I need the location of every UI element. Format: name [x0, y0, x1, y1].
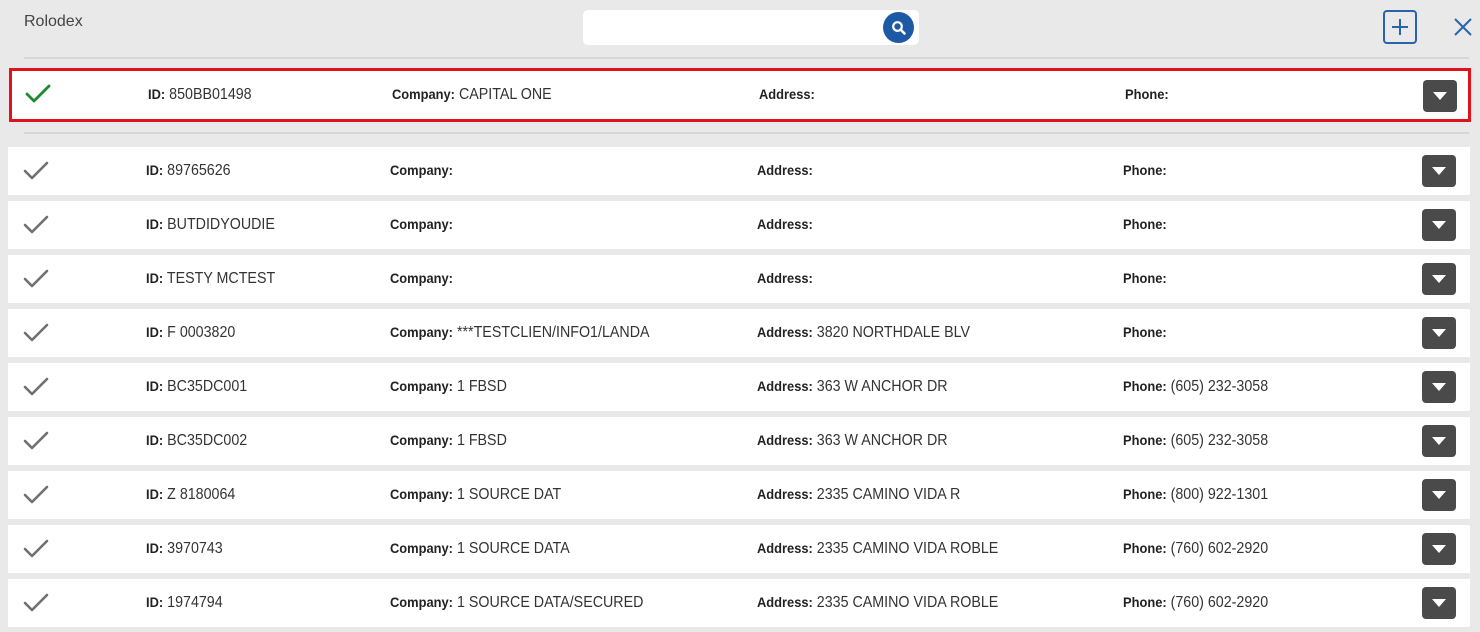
check-icon: [23, 485, 49, 504]
search-input[interactable]: [591, 16, 871, 39]
contact-company: Company: CAPITAL ONE: [392, 86, 552, 103]
selected-divider: [24, 132, 1469, 134]
chevron-down-icon: [1432, 599, 1446, 607]
header-divider: [24, 57, 1469, 59]
contact-phone: Phone:: [1123, 162, 1167, 178]
search-icon: [891, 20, 906, 35]
chevron-down-icon: [1432, 221, 1446, 229]
expand-button[interactable]: [1422, 587, 1456, 619]
contact-phone: Phone: (800) 922-1301: [1123, 486, 1269, 503]
contact-address: Address:: [757, 162, 813, 178]
contact-company: Company: 1 FBSD: [390, 378, 507, 395]
contact-id: ID: 89765626: [146, 162, 231, 179]
contact-phone: Phone:: [1123, 324, 1167, 340]
chevron-down-icon: [1432, 383, 1446, 391]
contact-address: Address:: [757, 216, 813, 232]
expand-button[interactable]: [1422, 479, 1456, 511]
contact-company: Company: 1 FBSD: [390, 432, 507, 449]
expand-button[interactable]: [1422, 533, 1456, 565]
chevron-down-icon: [1432, 329, 1446, 337]
contact-company: Company:: [390, 216, 453, 232]
contact-company: Company: ***TESTCLIEN/INFO1/LANDA: [390, 324, 650, 341]
check-icon: [23, 269, 49, 288]
expand-button[interactable]: [1422, 263, 1456, 295]
contact-row[interactable]: ID: 3970743 Company: 1 SOURCE DATA Address…: [8, 525, 1470, 573]
contact-phone: Phone:: [1125, 86, 1169, 102]
check-icon: [23, 539, 49, 558]
expand-button[interactable]: [1423, 80, 1457, 112]
page-title: Rolodex: [24, 13, 83, 30]
contact-row[interactable]: ID: F 0003820 Company: ***TESTCLIEN/INFO1…: [8, 309, 1470, 357]
check-icon: [23, 215, 49, 234]
contact-id: ID: BC35DC002: [146, 432, 248, 449]
check-icon: [23, 593, 49, 612]
contact-row[interactable]: ID: Z 8180064 Company: 1 SOURCE DAT Addres…: [8, 471, 1470, 519]
contact-row[interactable]: ID: BUTDIDYOUDIE Company: Address: Phone:: [8, 201, 1470, 249]
contact-phone: Phone: (760) 602-2920: [1123, 540, 1269, 557]
chevron-down-icon: [1432, 545, 1446, 553]
check-icon: [25, 84, 51, 103]
contact-company: Company:: [390, 162, 453, 178]
contact-id: ID: F 0003820: [146, 324, 236, 341]
header: Rolodex: [0, 0, 1480, 58]
expand-button[interactable]: [1422, 155, 1456, 187]
contact-company: Company: 1 SOURCE DATA: [390, 540, 570, 557]
contact-address: Address: 3820 NORTHDALE BLV: [757, 324, 971, 341]
contact-phone: Phone:: [1123, 216, 1167, 232]
contact-id: ID: 850BB01498: [148, 86, 252, 103]
contact-address: Address: 363 W ANCHOR DR: [757, 432, 948, 449]
contact-phone: Phone: (605) 232-3058: [1123, 432, 1269, 449]
chevron-down-icon: [1432, 167, 1446, 175]
contact-row[interactable]: ID: TESTY MCTEST Company: Address: Phone:: [8, 255, 1470, 303]
plus-icon: [1392, 19, 1408, 35]
selected-contact-row[interactable]: ID: 850BB01498 Company: CAPITAL ONE Addr…: [9, 68, 1471, 122]
contact-row[interactable]: ID: 1974794 Company: 1 SOURCE DATA/SECURE…: [8, 579, 1470, 627]
contact-id: ID: BUTDIDYOUDIE: [146, 216, 275, 233]
check-icon: [23, 323, 49, 342]
contact-id: ID: 3970743: [146, 540, 223, 557]
expand-button[interactable]: [1422, 371, 1456, 403]
contact-id: ID: 1974794: [146, 594, 223, 611]
contact-id: ID: TESTY MCTEST: [146, 270, 276, 287]
contact-address: Address:: [757, 270, 813, 286]
chevron-down-icon: [1432, 437, 1446, 445]
contact-company: Company: 1 SOURCE DAT: [390, 486, 562, 503]
contact-id: ID: Z 8180064: [146, 486, 236, 503]
expand-button[interactable]: [1422, 317, 1456, 349]
contact-row[interactable]: ID: BC35DC002 Company: 1 FBSD Address: 363…: [8, 417, 1470, 465]
search-box[interactable]: [583, 10, 919, 45]
contact-row[interactable]: ID: 89765626 Company: Address: Phone:: [8, 147, 1470, 195]
contact-phone: Phone: (760) 602-2920: [1123, 594, 1269, 611]
contact-row[interactable]: ID: BC35DC001 Company: 1 FBSD Address: 363…: [8, 363, 1470, 411]
close-button[interactable]: [1448, 12, 1478, 42]
contact-address: Address: 363 W ANCHOR DR: [757, 378, 948, 395]
expand-button[interactable]: [1422, 209, 1456, 241]
contact-phone: Phone: (605) 232-3058: [1123, 378, 1269, 395]
expand-button[interactable]: [1422, 425, 1456, 457]
contact-company: Company:: [390, 270, 453, 286]
chevron-down-icon: [1433, 92, 1447, 100]
chevron-down-icon: [1432, 275, 1446, 283]
contact-address: Address: 2335 CAMINO VIDA ROBLE: [757, 594, 999, 611]
contact-phone: Phone:: [1123, 270, 1167, 286]
check-icon: [23, 431, 49, 450]
chevron-down-icon: [1432, 491, 1446, 499]
add-contact-button[interactable]: [1383, 10, 1417, 44]
contact-address: Address: 2335 CAMINO VIDA ROBLE: [757, 540, 999, 557]
close-icon: [1454, 18, 1472, 36]
contact-address: Address: 2335 CAMINO VIDA R: [757, 486, 961, 503]
check-icon: [23, 377, 49, 396]
search-button[interactable]: [883, 12, 914, 43]
contact-id: ID: BC35DC001: [146, 378, 248, 395]
rolodex-app: Rolodex ID: 850BB01498 Company: CAPITAL …: [0, 0, 1480, 632]
contact-address: Address:: [759, 86, 815, 102]
check-icon: [23, 161, 49, 180]
contact-company: Company: 1 SOURCE DATA/SECURED: [390, 594, 644, 611]
